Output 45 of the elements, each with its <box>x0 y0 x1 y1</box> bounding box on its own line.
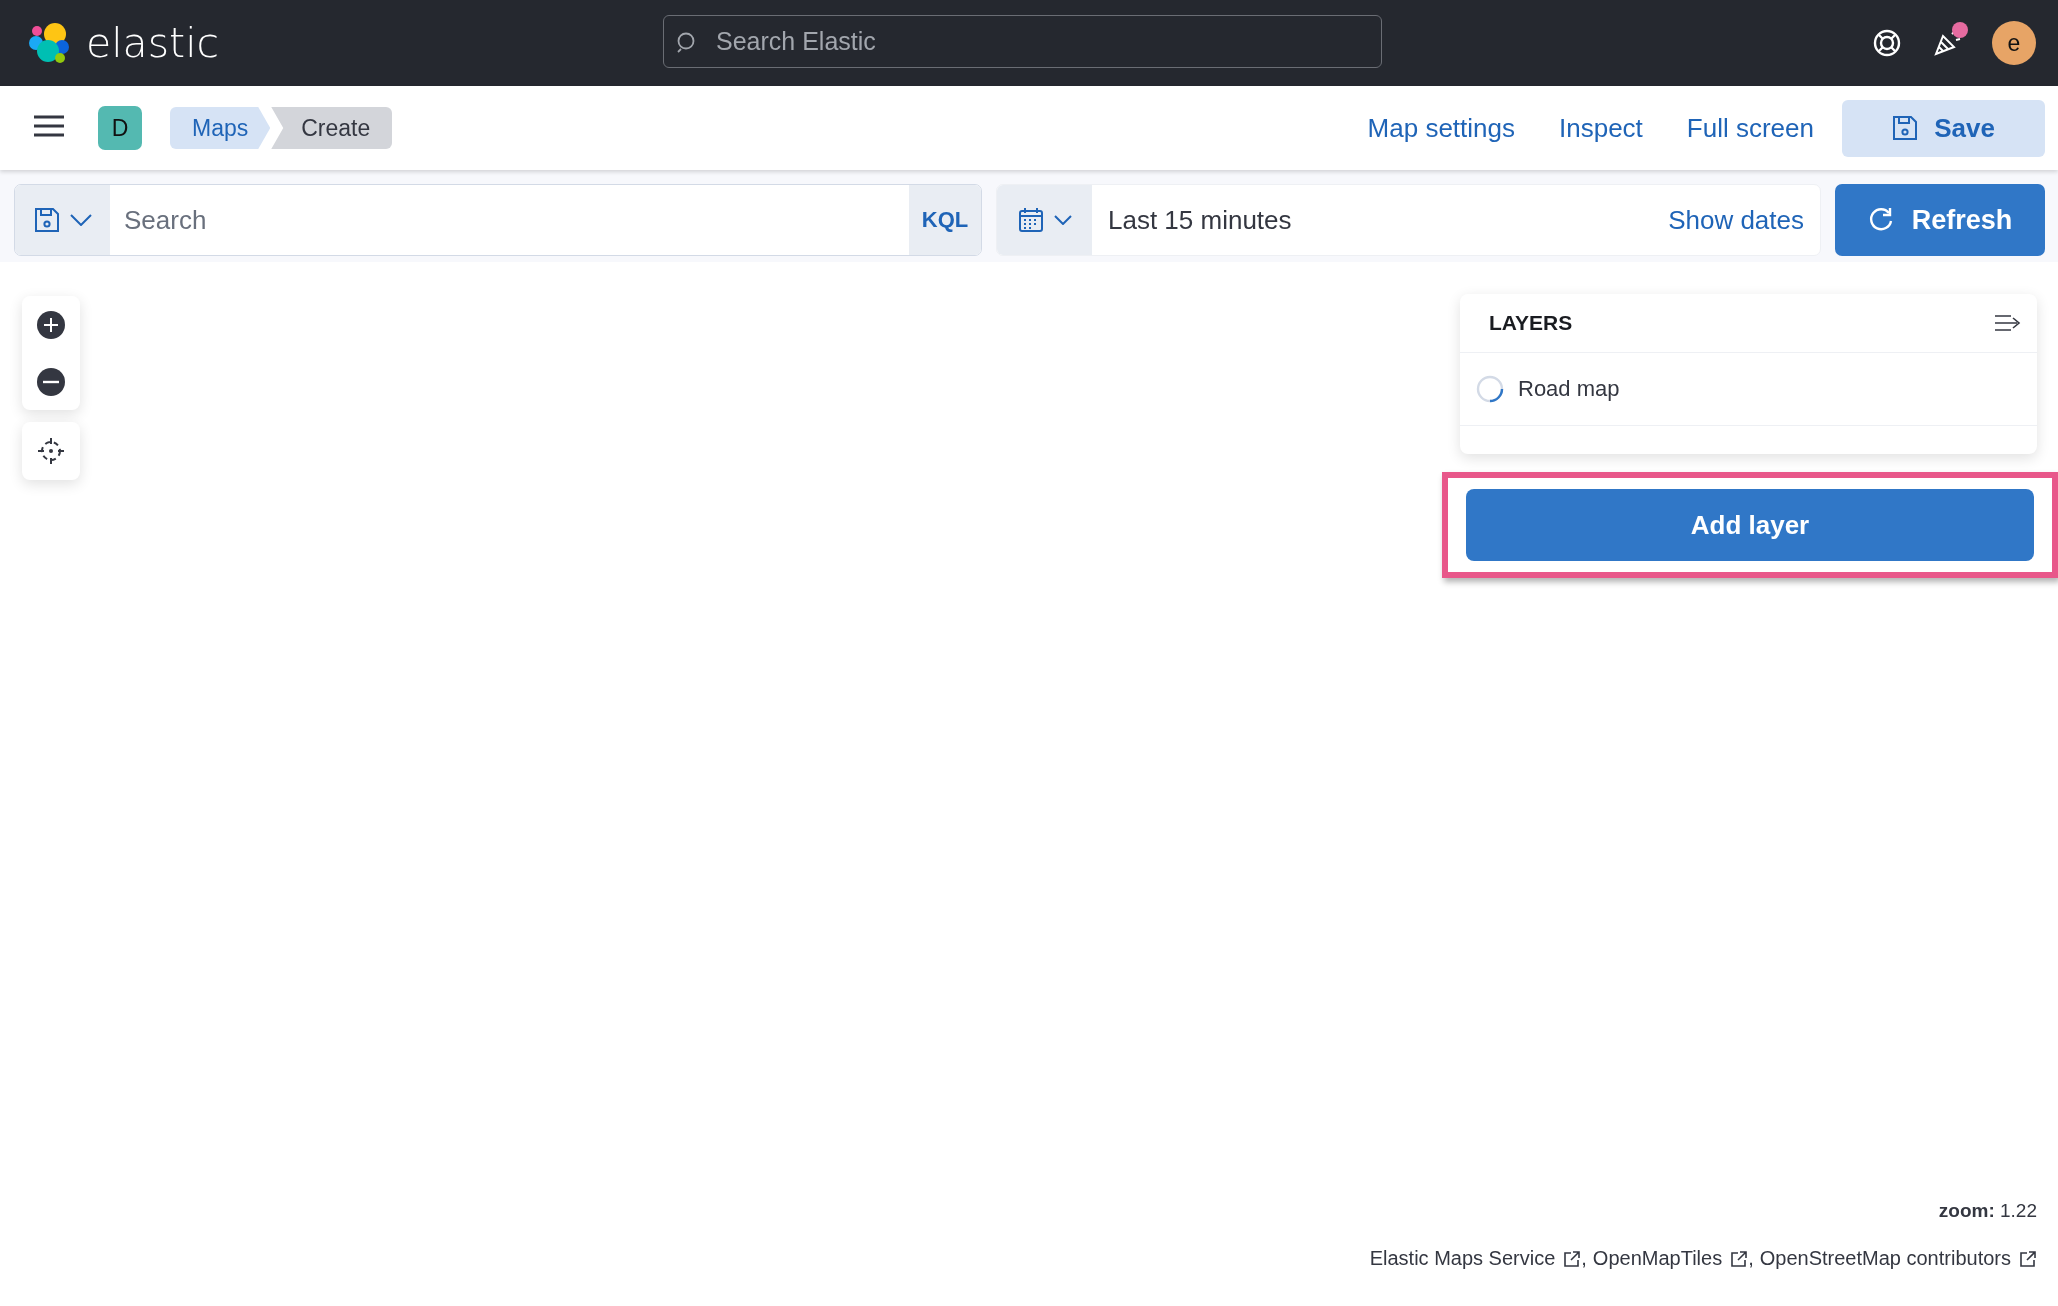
zoom-in-icon[interactable] <box>37 310 65 339</box>
layer-row[interactable]: Road map <box>1460 353 2037 426</box>
toolbar-link[interactable]: Full screen <box>1686 112 1814 144</box>
logo-text: elastic <box>86 19 220 67</box>
breadcrumb[interactable]: Maps <box>170 107 271 149</box>
query-input[interactable]: Search <box>124 200 895 240</box>
toolbar-link[interactable]: Map settings <box>1367 112 1515 144</box>
panel-title: LAYERS <box>1489 311 1573 335</box>
refresh-icon <box>1867 207 1894 233</box>
show-dates-link[interactable]: Show dates <box>1668 185 1820 255</box>
language-button[interactable]: KQL <box>909 185 981 255</box>
space-avatar[interactable]: D <box>98 106 142 150</box>
separator-text: , <box>1748 1247 1754 1270</box>
collapse-panel-icon[interactable] <box>1995 314 2021 332</box>
help-icon[interactable] <box>1872 28 1902 58</box>
external-link-icon <box>1730 1249 1749 1268</box>
calendar-icon <box>1017 207 1044 233</box>
date-quick-menu-button[interactable] <box>997 185 1092 255</box>
layer-name: Road map <box>1518 376 1620 402</box>
toolbar-link[interactable]: Inspect <box>1559 112 1643 144</box>
crosshair-icon <box>38 438 64 464</box>
logo-icon[interactable] <box>28 21 72 65</box>
attribution-link[interactable]: Elastic Maps Service <box>1369 1247 1582 1270</box>
save-icon <box>1892 115 1919 141</box>
search-input[interactable]: Search Elastic <box>714 26 1381 57</box>
chevron-down-icon <box>1053 215 1072 225</box>
zoom-level-text: zoom: 1.22 <box>1938 1200 2037 1222</box>
menu-icon[interactable] <box>34 115 64 137</box>
separator-text: , <box>1581 1247 1587 1270</box>
refresh-button[interactable]: Refresh <box>1835 184 2045 256</box>
attribution-link[interactable]: OpenStreetMap contributors <box>1759 1247 2037 1270</box>
attribution-link[interactable]: OpenMapTiles <box>1592 1247 1749 1270</box>
zoom-out-icon[interactable] <box>37 367 65 396</box>
add-layer-button[interactable]: Add layer <box>1466 489 2034 561</box>
chevron-down-icon <box>69 214 92 226</box>
save-button[interactable]: Save <box>1842 99 2045 157</box>
search-field[interactable]: Search Elastic <box>663 15 1382 68</box>
user-avatar[interactable]: e <box>1992 21 2036 65</box>
time-range-text[interactable]: Last 15 minutes <box>1092 185 1669 255</box>
external-link-icon <box>2019 1249 2037 1268</box>
breadcrumb[interactable]: Create <box>271 107 393 149</box>
saved-query-button[interactable] <box>15 185 110 255</box>
locate-button[interactable] <box>22 422 80 480</box>
save-icon <box>33 207 60 233</box>
external-link-icon <box>1563 1249 1582 1268</box>
